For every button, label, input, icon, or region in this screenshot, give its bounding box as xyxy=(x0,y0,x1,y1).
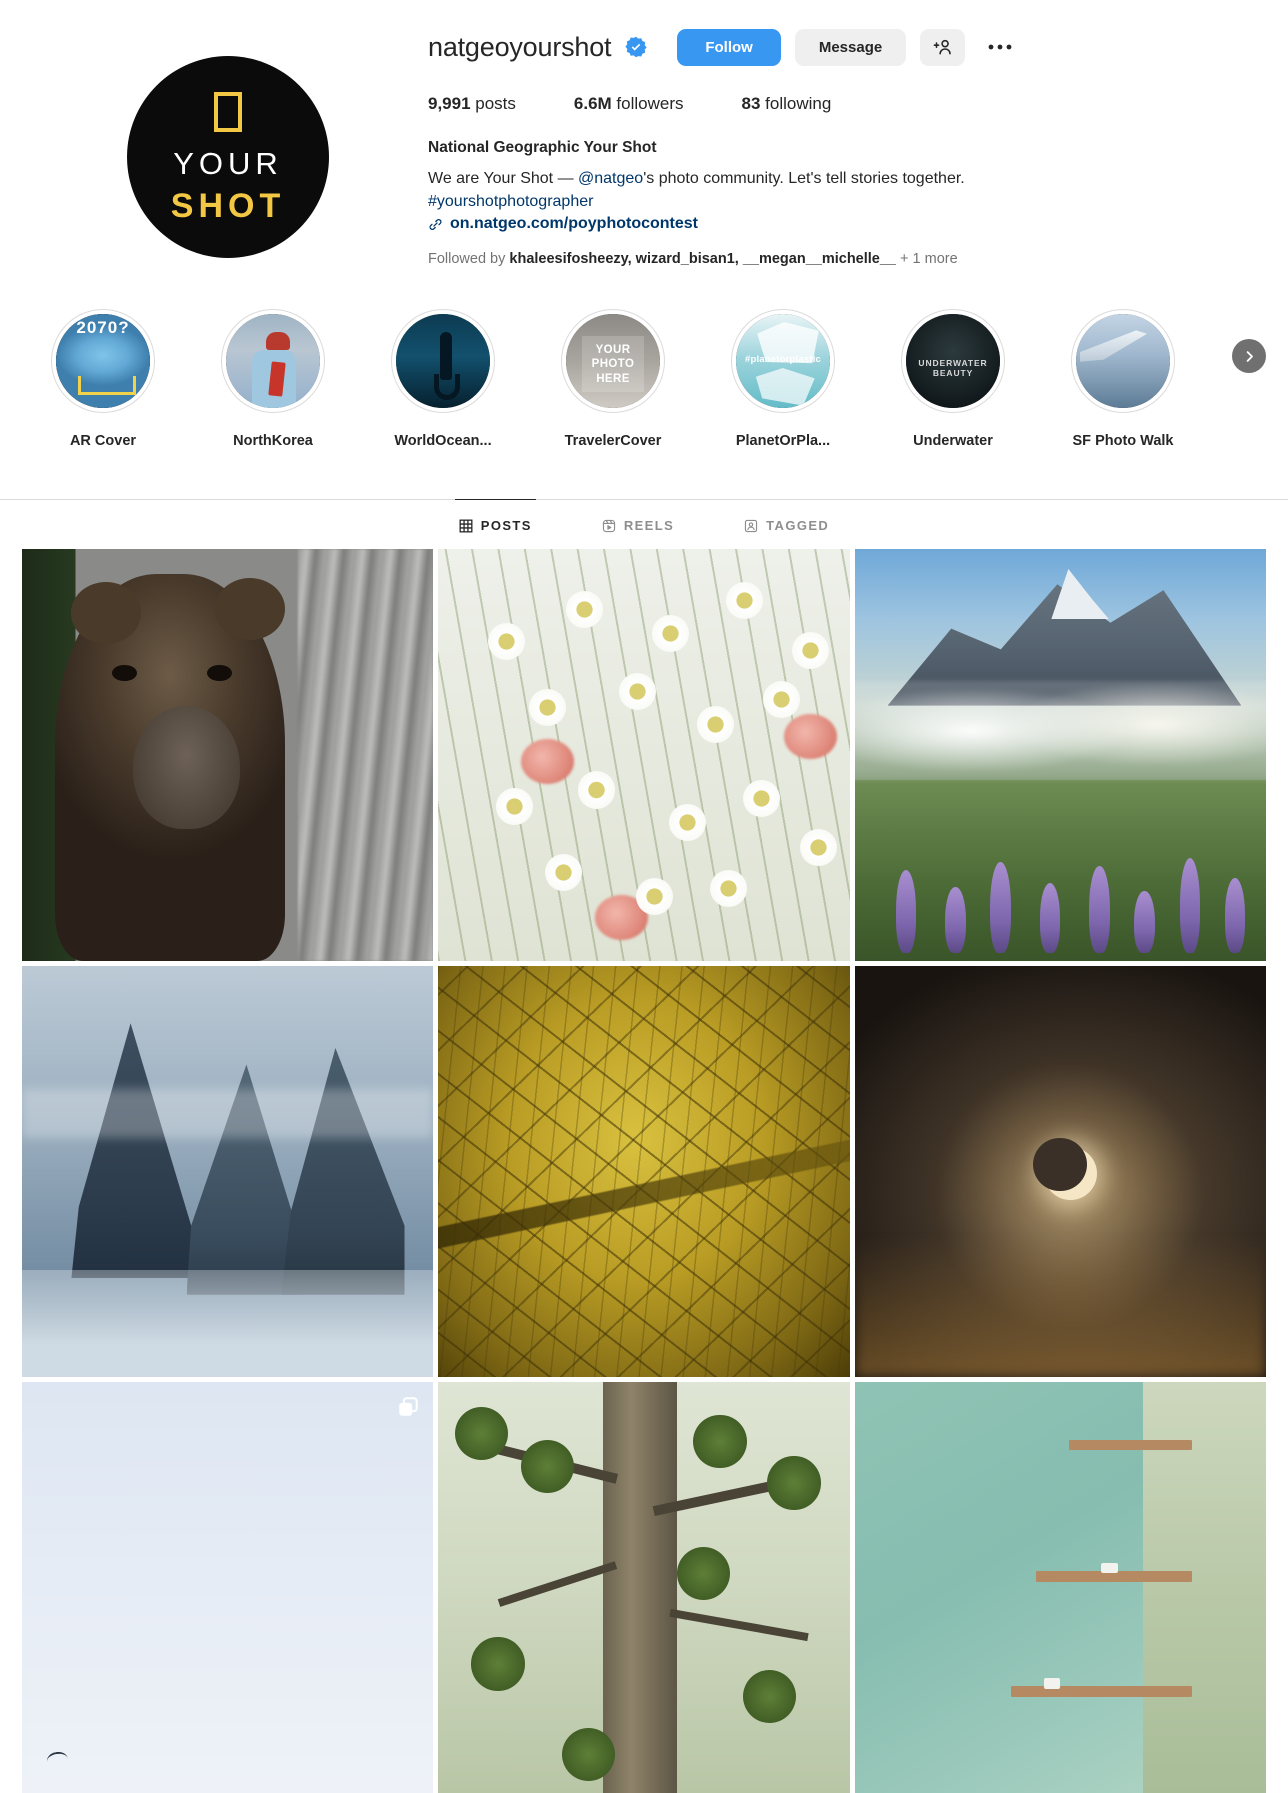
highlight-ring xyxy=(1071,309,1175,414)
highlight-label-northkorea: NorthKorea xyxy=(233,433,313,450)
profile-external-link-row: on.natgeo.com/poyphotocontest xyxy=(428,215,1240,233)
highlight-badge-line-3: HERE xyxy=(596,372,630,385)
post-tree-canopy[interactable] xyxy=(438,1382,850,1793)
post-white-daisies[interactable] xyxy=(438,549,850,961)
highlight-badge-line-2: PHOTO xyxy=(591,358,635,371)
highlight-ring: #planetorplastic xyxy=(731,309,835,414)
highlight-badge-ar-cover: 2070? xyxy=(76,318,130,338)
followed-by-prefix: Followed by xyxy=(428,251,510,268)
tab-reels[interactable]: REELS xyxy=(598,499,678,549)
username-row: natgeoyourshot Follow Message xyxy=(428,24,1240,70)
post-solar-eclipse[interactable] xyxy=(854,965,1266,1378)
highlight-thumb-travelercover: YOUR PHOTO HERE xyxy=(566,314,660,409)
bio-text-before: We are Your Shot — xyxy=(428,170,579,187)
tab-tagged[interactable]: TAGGED xyxy=(740,499,833,549)
stat-followers[interactable]: 6.6M followers xyxy=(574,94,684,114)
verified-badge-icon xyxy=(625,36,647,58)
link-icon xyxy=(429,218,442,230)
highlight-ring: 2070? xyxy=(51,309,155,414)
highlight-thumb-planetorplastic: #planetorplastic xyxy=(736,314,830,409)
highlight-underwater[interactable]: UNDERWATER BEAUTY Underwater xyxy=(868,309,1038,449)
posts-grid xyxy=(0,549,1288,1793)
highlight-worldocean[interactable]: WorldOcean... xyxy=(358,309,528,449)
highlight-label-underwater: Underwater xyxy=(913,433,993,450)
instagram-profile-page: YOUR SHOT natgeoyourshot Follow Message xyxy=(0,0,1288,1793)
profile-username: natgeoyourshot xyxy=(428,31,612,62)
story-highlights: 2070? AR Cover NorthKorea WorldOcean... xyxy=(0,267,1288,449)
highlight-thumb-worldocean xyxy=(396,314,490,409)
stat-following-value: 83 xyxy=(741,94,761,113)
post-golden-leaf-macro[interactable] xyxy=(438,965,850,1378)
highlight-ring xyxy=(391,309,495,414)
highlight-ring xyxy=(221,309,325,414)
avatar-word-top: YOUR xyxy=(173,145,283,181)
stat-posts: 9,991 posts xyxy=(428,94,516,114)
profile-avatar[interactable]: YOUR SHOT xyxy=(127,56,329,258)
profile-stats: 9,991 posts 6.6M followers 83 following xyxy=(428,94,1240,114)
tab-tagged-label: TAGGED xyxy=(766,518,830,534)
profile-tabs: POSTS REELS TAGGED xyxy=(0,499,1288,549)
post-brown-bear[interactable] xyxy=(22,549,434,961)
tab-posts-label: POSTS xyxy=(480,518,532,534)
highlight-sf-photo-walk[interactable]: SF Photo Walk xyxy=(1038,309,1208,449)
more-options-icon[interactable] xyxy=(979,29,1021,66)
followed-by-row: Followed by khaleesifosheezy, wizard_bis… xyxy=(428,251,1240,267)
profile-external-link[interactable]: on.natgeo.com/poyphotocontest xyxy=(450,215,698,233)
chevron-right-icon[interactable] xyxy=(1232,339,1266,374)
stat-followers-value: 6.6M xyxy=(573,94,612,113)
highlight-ring: YOUR PHOTO HERE xyxy=(561,309,665,414)
profile-header: YOUR SHOT natgeoyourshot Follow Message xyxy=(0,0,1288,267)
post-torres-del-paine[interactable] xyxy=(22,965,434,1378)
highlight-travelercover[interactable]: YOUR PHOTO HERE TravelerCover xyxy=(528,309,698,449)
stat-followers-label: followers xyxy=(611,94,684,113)
post-pale-sky[interactable] xyxy=(22,1382,434,1793)
stat-posts-value: 9,991 xyxy=(428,94,471,113)
tagged-icon xyxy=(745,519,758,532)
person-add-icon[interactable] xyxy=(920,28,966,66)
highlight-label-travelercover: TravelerCover xyxy=(564,433,662,450)
avatar-column: YOUR SHOT xyxy=(28,18,428,267)
bio-hashtag[interactable]: #yourshotphotographer xyxy=(428,193,593,210)
message-button[interactable]: Message xyxy=(794,28,907,66)
highlight-planetorplastic[interactable]: #planetorplastic PlanetOrPla... xyxy=(698,309,868,449)
avatar-word-bottom: SHOT xyxy=(170,186,286,225)
profile-tabs-container: POSTS REELS TAGGED xyxy=(0,499,1288,549)
highlight-thumb-sf-photo-walk xyxy=(1076,314,1170,409)
grid-icon xyxy=(459,519,473,533)
highlight-label-worldocean: WorldOcean... xyxy=(394,433,492,450)
tab-reels-label: REELS xyxy=(623,518,675,534)
highlight-label-planetorplastic: PlanetOrPla... xyxy=(735,433,831,450)
post-mountain-wildflowers[interactable] xyxy=(854,549,1266,961)
reels-icon xyxy=(602,519,615,532)
highlight-label-ar-cover: AR Cover xyxy=(69,433,137,450)
highlight-ring: UNDERWATER BEAUTY xyxy=(901,309,1005,414)
post-aerial-docks[interactable] xyxy=(854,1382,1266,1793)
follow-button[interactable]: Follow xyxy=(677,28,781,66)
highlight-thumb-ar-cover: 2070? xyxy=(56,314,150,409)
highlight-ar-cover[interactable]: 2070? AR Cover xyxy=(18,309,188,449)
highlight-thumb-underwater: UNDERWATER BEAUTY xyxy=(906,314,1000,409)
highlight-northkorea[interactable]: NorthKorea xyxy=(188,309,358,449)
bio-mention-natgeo[interactable]: @natgeo xyxy=(578,170,643,187)
stat-posts-label: posts xyxy=(470,94,516,113)
carousel-icon xyxy=(399,1397,419,1416)
profile-full-name: National Geographic Your Shot xyxy=(428,139,657,156)
followed-by-names[interactable]: khaleesifosheezy, wizard_bisan1, __megan… xyxy=(509,251,896,267)
highlight-label-sf-photo-walk: SF Photo Walk xyxy=(1072,433,1174,450)
highlight-badge-planetorplastic: #planetorplastic xyxy=(744,354,822,366)
stat-following[interactable]: 83 following xyxy=(742,94,832,114)
natgeo-logo-icon xyxy=(214,91,242,132)
stat-following-label: following xyxy=(760,94,832,113)
tab-posts[interactable]: POSTS xyxy=(454,499,536,549)
profile-info-column: natgeoyourshot Follow Message 9,991 post… xyxy=(428,18,1260,267)
highlight-thumb-northkorea xyxy=(226,314,320,409)
profile-bio: We are Your Shot — @natgeo's photo commu… xyxy=(428,167,1240,213)
highlight-badge-line-1: YOUR xyxy=(595,343,631,356)
followed-by-more[interactable]: + 1 more xyxy=(896,251,958,267)
bio-text-after: 's photo community. Let's tell stories t… xyxy=(643,170,965,187)
highlight-badge-underwater: UNDERWATER BEAUTY xyxy=(918,358,988,379)
